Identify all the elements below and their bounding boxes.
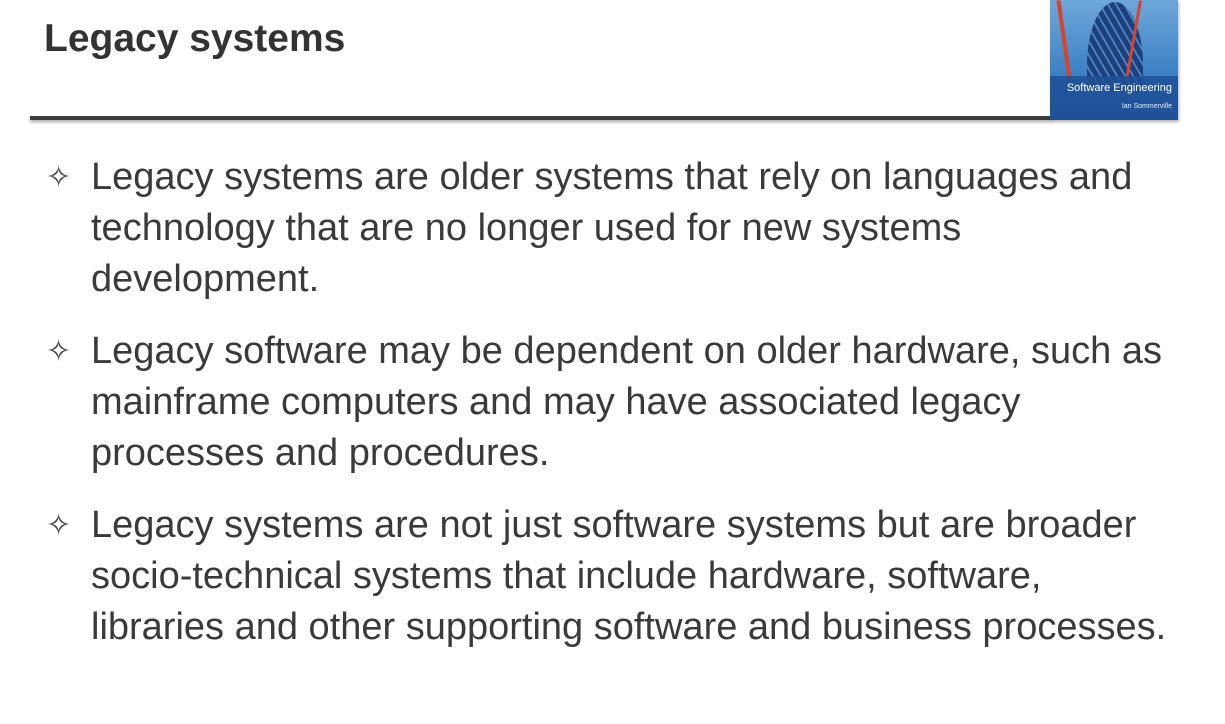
crane-graphic [1056,0,1072,80]
bullet-item: ✧ Legacy systems are not just software s… [46,500,1196,653]
book-cover-image: Software Engineering Ian Sommerville [1050,0,1178,120]
bullet-list: ✧ Legacy systems are older systems that … [46,152,1196,674]
title-divider [30,116,1052,120]
bullet-item: ✧ Legacy software may be dependent on ol… [46,326,1196,479]
four-pointed-star-icon: ✧ [46,161,72,194]
bullet-item: ✧ Legacy systems are older systems that … [46,152,1196,305]
bullet-text: Legacy systems are older systems that re… [91,156,1133,300]
four-pointed-star-icon: ✧ [46,335,72,368]
four-pointed-star-icon: ✧ [46,509,72,542]
slide-title: Legacy systems [44,17,346,60]
bullet-text: Legacy software may be dependent on olde… [91,330,1162,474]
bullet-text: Legacy systems are not just software sys… [91,504,1167,648]
cover-title: Software Engineering [1066,82,1172,94]
cover-author: Ian Sommerville [1121,103,1172,110]
